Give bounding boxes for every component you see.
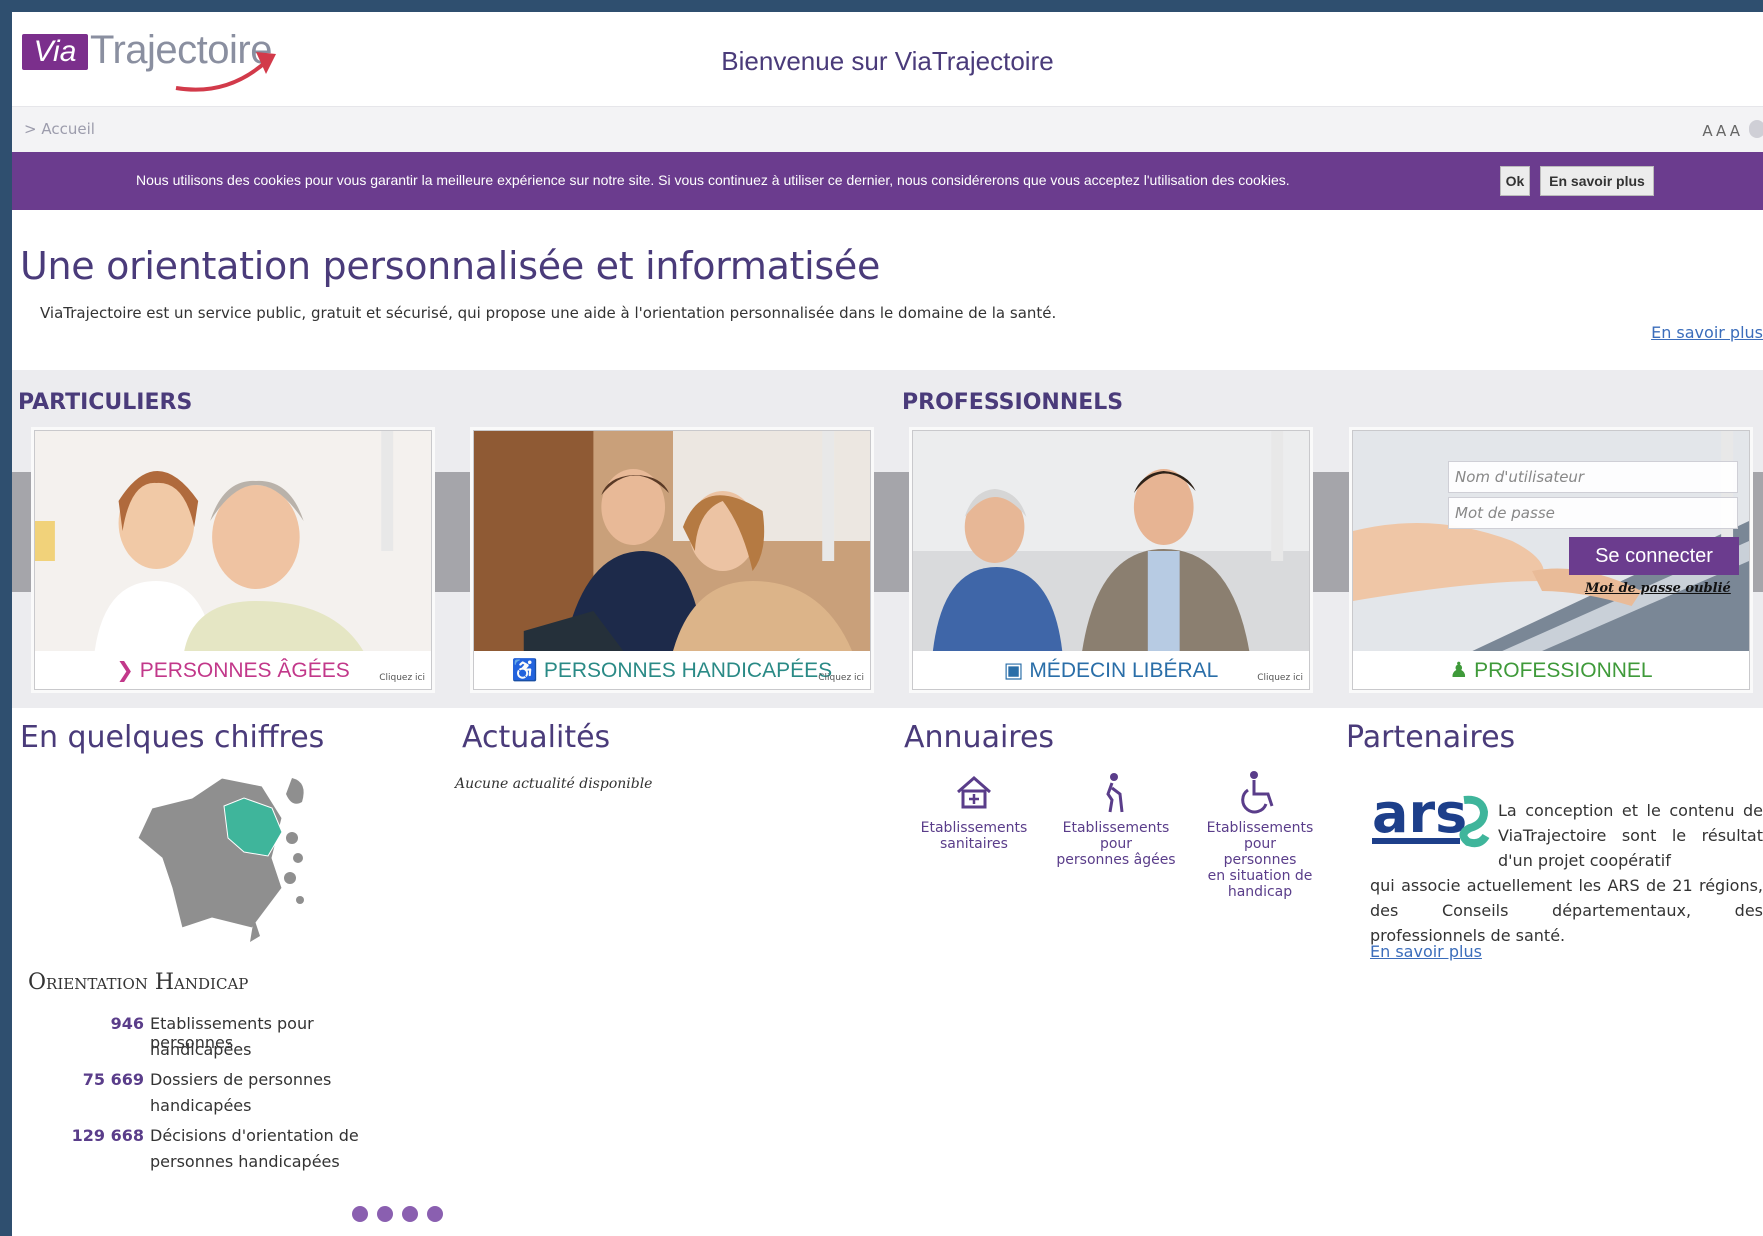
card-personnes-handicapees[interactable]: ♿ PERSONNES HANDICAPÉES Cliquez ici (473, 430, 871, 690)
intro-more-link[interactable]: En savoir plus (1651, 323, 1763, 342)
orientation-handicap-title: Orientation Handicap (28, 970, 249, 995)
card-label: PERSONNES ÂGÉES (139, 659, 350, 682)
card-footer: ▣ MÉDECIN LIBÉRAL (913, 651, 1309, 689)
card-footer: ❯ PERSONNES ÂGÉES (35, 651, 431, 689)
card-click-hint: Cliquez ici (1257, 673, 1303, 683)
carousel-dot[interactable] (377, 1206, 393, 1222)
password-input[interactable]: Mot de passe (1448, 497, 1738, 529)
annuaire-label: pour (1099, 836, 1133, 852)
annuaire-sanitaires-link[interactable]: Etablissements sanitaires (910, 770, 1038, 852)
card-personnes-agees[interactable]: ❯ PERSONNES ÂGÉES Cliquez ici (34, 430, 432, 690)
actualites-title: Actualités (462, 720, 611, 755)
card-label: PERSONNES HANDICAPÉES (543, 659, 833, 682)
breadcrumb[interactable]: > Accueil (24, 120, 95, 138)
annuaire-label: pour (1243, 836, 1277, 852)
connect-button[interactable]: Se connecter (1569, 537, 1739, 575)
carousel-dot[interactable] (402, 1206, 418, 1222)
cookie-ok-button[interactable]: Ok (1500, 166, 1530, 196)
chiffres-title: En quelques chiffres (20, 720, 325, 755)
carousel-dots[interactable] (352, 1206, 452, 1226)
wheelchair-icon: ♿ (511, 659, 539, 682)
welcome-title: Bienvenue sur ViaTrajectoire (721, 46, 1054, 76)
annuaire-handicap-link[interactable]: Etablissements pour personnes en situati… (1196, 770, 1324, 900)
photo-disabled-person (474, 431, 870, 651)
france-map[interactable] (132, 768, 332, 948)
partenaires-text-rest: qui associe actuellement les ARS de 21 r… (1370, 876, 1763, 945)
partenaires-text-intro: La conception et le contenu de ViaTrajec… (1498, 801, 1763, 870)
particuliers-heading: PARTICULIERS (18, 390, 193, 415)
cookie-banner: Nous utilisons des cookies pour vous gar… (12, 152, 1763, 210)
card-professionnel-login: Nom d'utilisateur Mot de passe Se connec… (1352, 430, 1750, 690)
cookie-text: Nous utilisons des cookies pour vous gar… (136, 172, 1290, 188)
elderly-icon: ❯ (116, 659, 134, 682)
card-click-hint: Cliquez ici (818, 673, 864, 683)
breadcrumb-bar: > Accueil AAA (12, 106, 1763, 152)
photo-elderly-woman (35, 431, 431, 651)
elderly-icon (1106, 773, 1124, 813)
annuaire-label: en situation de (1207, 868, 1313, 884)
card-label: MÉDECIN LIBÉRAL (1029, 659, 1219, 682)
forgot-password-link[interactable]: Mot de passe oublié (1585, 581, 1731, 596)
annuaire-label: personnes (1223, 852, 1297, 868)
intro-text: ViaTrajectoire est un service public, gr… (40, 304, 1057, 322)
page-title: Une orientation personnalisée et informa… (20, 244, 881, 288)
stat-label: Dossiers de personnes (150, 1070, 332, 1089)
header: Via Trajectoire Bienvenue sur ViaTraject… (12, 12, 1763, 104)
annuaire-label: sanitaires (940, 836, 1008, 852)
briefcase-icon: ▣ (1003, 659, 1024, 682)
stat-label: personnes handicapées (150, 1152, 340, 1171)
carousel-dot[interactable] (427, 1206, 443, 1222)
actualites-empty-text: Aucune actualité disponible (455, 776, 653, 792)
page: Via Trajectoire Bienvenue sur ViaTraject… (12, 12, 1763, 1236)
partenaires-title: Partenaires (1346, 720, 1516, 755)
photo-doctor-patient (913, 431, 1309, 651)
font-size-control[interactable]: AAA (1702, 122, 1743, 140)
partenaires-text: La conception et le contenu de ViaTrajec… (1370, 798, 1763, 948)
username-input[interactable]: Nom d'utilisateur (1448, 461, 1738, 493)
stat-label: handicapées (150, 1096, 252, 1115)
annuaire-label: handicap (1227, 884, 1293, 900)
card-label: PROFESSIONNEL (1474, 659, 1653, 682)
stat-label: handicapées (150, 1040, 252, 1059)
wheelchair-icon (1241, 771, 1274, 814)
card-click-hint: Cliquez ici (379, 673, 425, 683)
stat-value: 75 669 (82, 1070, 144, 1089)
annuaire-label: Etablissements (1062, 820, 1170, 836)
stat-value: 129 668 (71, 1126, 144, 1145)
card-footer: ♟ PROFESSIONNEL (1353, 651, 1749, 689)
user-icon: ♟ (1449, 659, 1469, 682)
annuaire-label: personnes âgées (1056, 852, 1176, 868)
professionnels-heading: PROFESSIONNELS (902, 390, 1124, 415)
annuaire-label: Etablissements (920, 820, 1028, 836)
carousel-dot[interactable] (352, 1206, 368, 1222)
stat-value: 946 (110, 1014, 144, 1033)
partenaires-more-link[interactable]: En savoir plus (1370, 942, 1482, 961)
info-icon[interactable] (1749, 120, 1763, 138)
annuaire-personnes-agees-link[interactable]: Etablissements pour personnes âgées (1052, 770, 1180, 868)
annuaire-label: Etablissements (1206, 820, 1314, 836)
card-medecin-liberal[interactable]: ▣ MÉDECIN LIBÉRAL Cliquez ici (912, 430, 1310, 690)
house-icon (957, 776, 991, 809)
card-footer: ♿ PERSONNES HANDICAPÉES (474, 651, 870, 689)
stat-label: Décisions d'orientation de (150, 1126, 359, 1145)
annuaires-title: Annuaires (904, 720, 1055, 755)
cookie-more-button[interactable]: En savoir plus (1540, 166, 1654, 196)
